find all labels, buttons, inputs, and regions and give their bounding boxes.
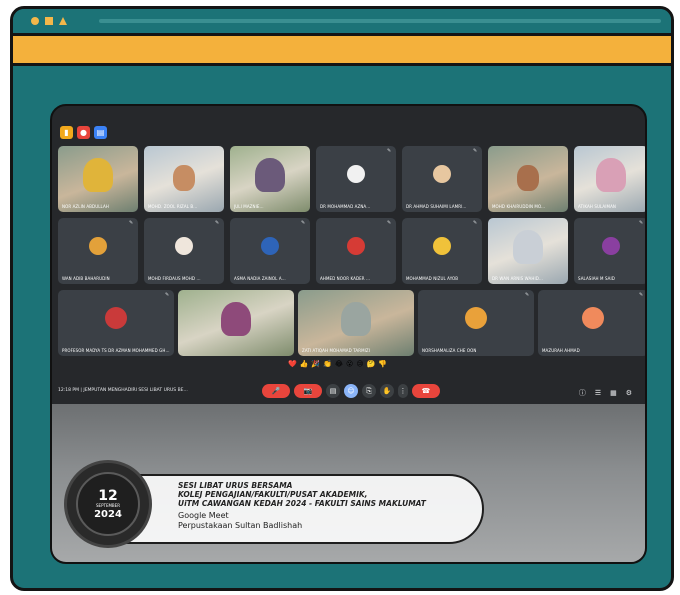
- participant-tile[interactable]: ✎ SALASIAH M SAID: [574, 218, 645, 284]
- participant-name: MOHAMMAD NIZUL AYOB: [406, 276, 459, 281]
- triangle-icon[interactable]: [59, 17, 67, 25]
- avatar: [175, 236, 193, 255]
- avatar: [261, 236, 279, 255]
- participant-tile[interactable]: ZATI ATIQAH MOHAMAD TARMIZI: [298, 290, 414, 356]
- avatar: [582, 306, 604, 329]
- present-button[interactable]: ⎘: [362, 384, 376, 398]
- participant-name: AHMED NOOR KADER ...: [320, 276, 371, 281]
- participant-name: SALASIAH M SAID: [578, 276, 615, 281]
- participant-tile[interactable]: ✎ PROFESOR MADYA TS DR AZMAN MOHAMMED GH…: [58, 290, 174, 356]
- participant-tile[interactable]: ✎ MAZURAH AHMAD: [538, 290, 645, 356]
- participant-name: MOHD KHAIRUDDIN MO...: [492, 204, 546, 209]
- avatar: [347, 164, 365, 183]
- square-icon[interactable]: [45, 17, 53, 25]
- participant-name: PROFESOR MADYA TS DR AZMAN MOHAMMED GHAZ…: [62, 348, 170, 353]
- raise-hand-button[interactable]: ✋: [380, 384, 394, 398]
- participant-name: ZATI ATIQAH MOHAMAD TARMIZI: [302, 348, 371, 353]
- meeting-tools[interactable]: ⓘ☰▦⚙: [579, 388, 641, 398]
- participant-video: [255, 158, 285, 193]
- avatar: [602, 236, 620, 255]
- participant-tile[interactable]: ✎ ASMA NADIA ZAINOL A...: [230, 218, 310, 284]
- participant-name: NOR AZLIN ABDULLAH: [62, 204, 109, 209]
- participant-name: MOHD FIRDAUS MOHD ...: [148, 276, 201, 281]
- mic-off-icon: ✎: [473, 220, 478, 226]
- avatar: [465, 306, 487, 329]
- mic-off-icon: ✎: [387, 148, 392, 154]
- participant-name: NORSHAMALIZA CHE OON: [422, 348, 477, 353]
- participant-video: [341, 302, 371, 337]
- captions-button[interactable]: ▤: [326, 384, 340, 398]
- avatar: [105, 306, 127, 329]
- date-badge: 12 SEPTEMBER 2024: [64, 460, 152, 548]
- participant-name: MOHD. ZOOL RIZAL B...: [148, 204, 198, 209]
- participant-video: [596, 158, 626, 193]
- mic-off-icon: ✎: [165, 292, 170, 298]
- banner-line-5: Perpustakaan Sultan Badlishah: [178, 521, 303, 530]
- reaction-bar[interactable]: ❤️👍🎉👏😂😮😢🤔👎: [288, 360, 390, 368]
- participant-tile[interactable]: ✎ NORSHAMALIZA CHE OON: [418, 290, 534, 356]
- camera-button[interactable]: 📷: [294, 384, 322, 398]
- participant-tile[interactable]: ✎ WAN ADIB BAHARUDIN: [58, 218, 138, 284]
- browser-window: ▮ ● ▤ NOR AZLIN ABDULLAH MOHD. ZOOL RIZA…: [10, 6, 674, 591]
- participant-tile[interactable]: JULI MAZNIE...: [230, 146, 310, 212]
- participant-name: WAN ADIB BAHARUDIN: [62, 276, 110, 281]
- avatar: [89, 236, 107, 255]
- participant-tile[interactable]: ✎ MOHAMMAD NIZUL AYOB: [402, 218, 482, 284]
- badge-day: 12: [98, 487, 118, 504]
- participant-tile[interactable]: DR WAN ARNIS WAHID...: [488, 218, 568, 284]
- participant-name: ASMA NADIA ZAINOL A...: [234, 276, 286, 281]
- title-bar: [13, 9, 671, 36]
- mic-off-icon: ✎: [215, 220, 220, 226]
- participant-name: DR MOHAMMAD AZNA...: [320, 204, 371, 209]
- participant-tile[interactable]: MOHD KHAIRUDDIN MO...: [488, 146, 568, 212]
- mic-button[interactable]: 🎤: [262, 384, 290, 398]
- more-options-button[interactable]: ⋮: [398, 384, 408, 398]
- participant-video: [173, 164, 195, 191]
- meet-screenshot: ▮ ● ▤ NOR AZLIN ABDULLAH MOHD. ZOOL RIZA…: [50, 104, 647, 564]
- participant-name: ATIKAH SULAIMAN: [578, 204, 616, 209]
- end-call-button[interactable]: ☎: [412, 384, 440, 398]
- participant-tile[interactable]: ✎ DR AHMAD SUHAIMI LAMRI...: [402, 146, 482, 212]
- avatar: [433, 164, 451, 183]
- participant-tile[interactable]: MOHD. ZOOL RIZAL B...: [144, 146, 224, 212]
- participant-tile[interactable]: ATIKAH SULAIMAN: [574, 146, 645, 212]
- participant-tile[interactable]: ✎ DR MOHAMMAD AZNA...: [316, 146, 396, 212]
- mic-off-icon: ✎: [129, 220, 134, 226]
- avatar: [347, 236, 365, 255]
- record-icon[interactable]: ●: [77, 126, 90, 139]
- mic-off-icon: ✎: [301, 220, 306, 226]
- participant-name: MAZURAH AHMAD: [542, 348, 580, 353]
- participant-tile[interactable]: ✎ MOHD FIRDAUS MOHD ...: [144, 218, 224, 284]
- avatar: [433, 236, 451, 255]
- banner-line-2: KOLEJ PENGAJIAN/FAKULTI/PUSAT AKADEMIK,: [178, 490, 368, 499]
- office-icon[interactable]: ▮: [60, 126, 73, 139]
- mic-off-icon: ✎: [639, 292, 644, 298]
- participant-name: DR AHMAD SUHAIMI LAMRI...: [406, 204, 467, 209]
- meeting-title: 12:18 PM | JEMPUTAN MENGHADIRI SESI LIBA…: [58, 388, 188, 393]
- banner-line-1: SESI LIBAT URUS BERSAMA: [178, 481, 293, 490]
- participant-tile[interactable]: ✎ AHMED NOOR KADER ...: [316, 218, 396, 284]
- participant-tile[interactable]: NOR AZLIN ABDULLAH: [58, 146, 138, 212]
- mic-off-icon: ✎: [639, 220, 644, 226]
- date-badge-inner: 12 SEPTEMBER 2024: [76, 472, 140, 536]
- control-bar: 12:18 PM | JEMPUTAN MENGHADIRI SESI LIBA…: [52, 378, 645, 404]
- doc-icon[interactable]: ▤: [94, 126, 107, 139]
- mic-off-icon: ✎: [387, 220, 392, 226]
- banner-line-4: Google Meet: [178, 511, 229, 520]
- participant-video: [513, 230, 543, 265]
- address-bar[interactable]: [99, 19, 661, 23]
- participant-video: [83, 158, 113, 193]
- participant-name: DR WAN ARNIS WAHID...: [492, 276, 544, 281]
- participant-video: [221, 302, 251, 337]
- mic-off-icon: ✎: [525, 292, 530, 298]
- banner-line-3: UiTM CAWANGAN KEDAH 2024 - FAKULTI SAINS…: [178, 499, 426, 508]
- mic-off-icon: ✎: [473, 148, 478, 154]
- participant-tile[interactable]: [178, 290, 294, 356]
- badge-year: 2024: [94, 508, 122, 520]
- circle-icon[interactable]: [31, 17, 39, 25]
- accent-band: [13, 36, 671, 66]
- emoji-button[interactable]: ☺: [344, 384, 358, 398]
- participant-name: JULI MAZNIE...: [234, 204, 264, 209]
- participant-video: [517, 164, 539, 191]
